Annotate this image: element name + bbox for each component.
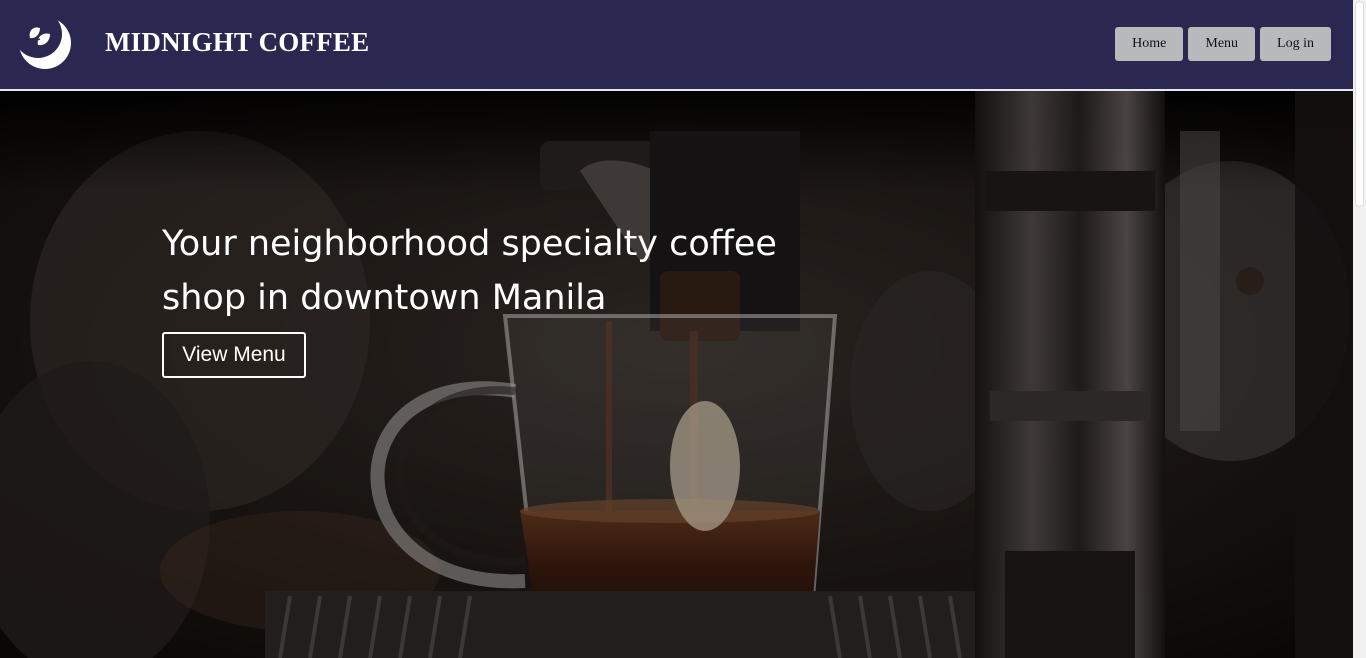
hero-headline: Your neighborhood specialty coffee shop … [162,217,842,325]
nav-login-button[interactable]: Log in [1260,27,1331,61]
hero-headline-line2: shop in downtown Manila [162,278,607,318]
hero-section: Your neighborhood specialty coffee shop … [0,91,1353,658]
view-menu-button[interactable]: View Menu [162,332,306,378]
site-header: MIDNIGHT COFFEE Home Menu Log in [0,0,1353,91]
scrollbar-thumb[interactable] [1356,2,1363,206]
page: MIDNIGHT COFFEE Home Menu Log in Your ne… [0,0,1353,658]
crescent-moon-leaf-icon[interactable] [16,12,74,70]
hero-headline-line1: Your neighborhood specialty coffee [162,224,777,264]
page-scrollbar[interactable] [1353,0,1366,658]
main-nav: Home Menu Log in [1115,27,1331,61]
nav-home-button[interactable]: Home [1115,27,1184,61]
nav-menu-button[interactable]: Menu [1188,27,1256,61]
brand-title[interactable]: MIDNIGHT COFFEE [105,27,369,58]
